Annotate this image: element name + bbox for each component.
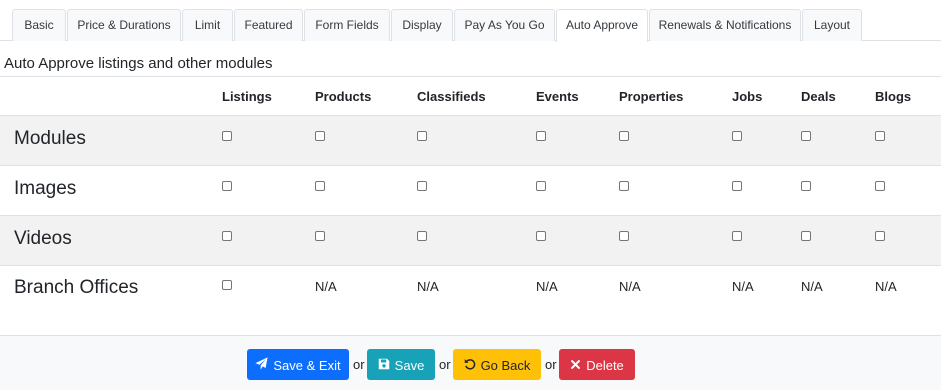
tab-layout[interactable]: Layout bbox=[802, 9, 862, 41]
column-header-jobs: Jobs bbox=[732, 89, 763, 104]
tab-limit[interactable]: Limit bbox=[182, 9, 233, 41]
na-branch-offices-classifieds: N/A bbox=[417, 279, 439, 294]
save-button[interactable]: Save bbox=[367, 349, 435, 380]
checkbox-videos-jobs[interactable] bbox=[732, 231, 742, 241]
table-row-images: Images bbox=[0, 165, 941, 215]
tab-bar: Basic Price & Durations Limit Featured F… bbox=[0, 0, 941, 42]
action-footer: Save & Exit or Save or Go Back or Delete bbox=[0, 335, 941, 390]
checkbox-videos-classifieds[interactable] bbox=[417, 231, 427, 241]
delete-label: Delete bbox=[586, 358, 624, 374]
na-branch-offices-jobs: N/A bbox=[732, 279, 754, 294]
or-separator: or bbox=[353, 357, 365, 372]
column-header-listings: Listings bbox=[222, 89, 272, 104]
checkbox-modules-classifieds[interactable] bbox=[417, 131, 427, 141]
tab-form-fields[interactable]: Form Fields bbox=[304, 9, 390, 41]
save-exit-label: Save & Exit bbox=[273, 358, 341, 374]
section-heading: Auto Approve listings and other modules bbox=[4, 55, 273, 72]
row-label-modules: Modules bbox=[14, 128, 86, 149]
paper-plane-icon bbox=[255, 350, 268, 381]
table-row-branch-offices: Branch Offices N/A N/A N/A N/A N/A N/A N… bbox=[0, 265, 941, 315]
tab-display[interactable]: Display bbox=[391, 9, 453, 41]
column-header-products: Products bbox=[315, 89, 372, 104]
checkbox-modules-events[interactable] bbox=[536, 131, 546, 141]
na-branch-offices-products: N/A bbox=[315, 279, 337, 294]
table-row-modules: Modules bbox=[0, 115, 941, 165]
checkbox-videos-events[interactable] bbox=[536, 231, 546, 241]
checkbox-images-deals[interactable] bbox=[801, 181, 811, 191]
go-back-label: Go Back bbox=[480, 358, 531, 374]
tab-pay-as-you-go[interactable]: Pay As You Go bbox=[454, 9, 555, 41]
delete-button[interactable]: Delete bbox=[559, 349, 635, 380]
checkbox-videos-listings[interactable] bbox=[222, 231, 232, 241]
checkbox-images-events[interactable] bbox=[536, 181, 546, 191]
or-separator: or bbox=[439, 357, 451, 372]
table-row-videos: Videos bbox=[0, 215, 941, 265]
checkbox-images-products[interactable] bbox=[315, 181, 325, 191]
checkbox-videos-properties[interactable] bbox=[619, 231, 629, 241]
na-branch-offices-deals: N/A bbox=[801, 279, 823, 294]
checkbox-images-listings[interactable] bbox=[222, 181, 232, 191]
go-back-button[interactable]: Go Back bbox=[453, 349, 541, 380]
checkbox-modules-jobs[interactable] bbox=[732, 131, 742, 141]
checkbox-videos-blogs[interactable] bbox=[875, 231, 885, 241]
tab-basic[interactable]: Basic bbox=[12, 9, 66, 41]
table-header-row: Listings Products Classifieds Events Pro… bbox=[0, 76, 941, 115]
tab-featured[interactable]: Featured bbox=[234, 9, 303, 41]
row-label-branch-offices: Branch Offices bbox=[14, 277, 139, 298]
na-branch-offices-properties: N/A bbox=[619, 279, 641, 294]
save-exit-button[interactable]: Save & Exit bbox=[247, 349, 349, 380]
save-label: Save bbox=[394, 358, 425, 374]
tab-auto-approve[interactable]: Auto Approve bbox=[556, 9, 648, 42]
checkbox-videos-products[interactable] bbox=[315, 231, 325, 241]
or-separator: or bbox=[545, 357, 557, 372]
checkbox-modules-blogs[interactable] bbox=[875, 131, 885, 141]
column-header-events: Events bbox=[536, 89, 579, 104]
na-branch-offices-blogs: N/A bbox=[875, 279, 897, 294]
tab-renewals-notifications[interactable]: Renewals & Notifications bbox=[649, 9, 801, 41]
column-header-blogs: Blogs bbox=[875, 89, 912, 104]
column-header-deals: Deals bbox=[801, 89, 836, 104]
checkbox-videos-deals[interactable] bbox=[801, 231, 811, 241]
checkbox-images-jobs[interactable] bbox=[732, 181, 742, 191]
checkbox-images-properties[interactable] bbox=[619, 181, 629, 191]
column-header-properties: Properties bbox=[619, 89, 684, 104]
checkbox-modules-products[interactable] bbox=[315, 131, 325, 141]
checkbox-modules-deals[interactable] bbox=[801, 131, 811, 141]
floppy-disk-icon bbox=[378, 350, 390, 381]
checkbox-modules-properties[interactable] bbox=[619, 131, 629, 141]
undo-icon bbox=[464, 350, 476, 381]
na-branch-offices-events: N/A bbox=[536, 279, 558, 294]
checkbox-images-blogs[interactable] bbox=[875, 181, 885, 191]
column-header-classifieds: Classifieds bbox=[417, 89, 486, 104]
close-icon bbox=[570, 350, 581, 381]
row-label-videos: Videos bbox=[14, 228, 72, 249]
checkbox-modules-listings[interactable] bbox=[222, 131, 232, 141]
checkbox-images-classifieds[interactable] bbox=[417, 181, 427, 191]
tab-price-durations[interactable]: Price & Durations bbox=[67, 9, 181, 41]
row-label-images: Images bbox=[14, 178, 77, 199]
checkbox-branch-offices-listings[interactable] bbox=[222, 280, 232, 290]
